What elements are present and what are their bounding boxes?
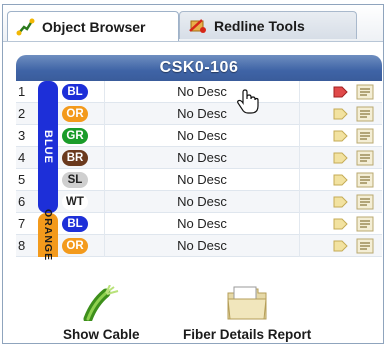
cable-title: CSK0-106: [16, 55, 382, 81]
fiber-row[interactable]: 8 OR No Desc: [16, 235, 382, 257]
fiber-color-badge: BR: [62, 150, 88, 166]
fiber-description[interactable]: No Desc: [104, 125, 300, 147]
fiber-row[interactable]: 3 GR No Desc: [16, 125, 382, 147]
tag-icon[interactable]: [332, 239, 348, 253]
show-cable-label: Show Cable: [63, 327, 140, 342]
fiber-grid: 1 BL No Desc 2 OR No Desc 3 GR No Desc 4 BR No Desc…: [16, 81, 382, 261]
tag-icon[interactable]: [332, 195, 348, 209]
actions-footer: Show Cable Fiber Details Report: [3, 285, 383, 343]
show-cable-button[interactable]: Show Cable: [63, 285, 140, 342]
fiber-number: 5: [18, 172, 26, 187]
buffer-tube-orange: ORANGE: [38, 209, 58, 261]
fiber-color-badge: BL: [62, 216, 88, 232]
fiber-description[interactable]: No Desc: [104, 191, 300, 213]
tag-icon[interactable]: [332, 129, 348, 143]
fiber-number: 3: [18, 128, 26, 143]
fiber-color-badge: SL: [62, 172, 88, 188]
fiber-description[interactable]: No Desc: [104, 103, 300, 125]
fiber-row[interactable]: 7 BL No Desc: [16, 213, 382, 235]
buffer-tube-blue: BLUE: [38, 81, 58, 213]
tab-object-browser[interactable]: Object Browser: [7, 11, 179, 41]
fiber-number: 7: [18, 216, 26, 231]
tag-icon[interactable]: [332, 151, 348, 165]
fiber-row[interactable]: 1 BL No Desc: [16, 81, 382, 103]
object-browser-panel: Object Browser Redline Tools CSK0-106 1B…: [2, 4, 384, 344]
fiber-number: 4: [18, 150, 26, 165]
fiber-number: 8: [18, 238, 26, 253]
redline-tools-icon: [189, 18, 206, 33]
fiber-description[interactable]: No Desc: [104, 81, 300, 103]
fiber-number: 1: [18, 84, 26, 99]
fiber-row[interactable]: 2 OR No Desc: [16, 103, 382, 125]
tab-redline-tools[interactable]: Redline Tools: [179, 11, 357, 39]
tab-bar: Object Browser Redline Tools: [3, 5, 383, 42]
fiber-description[interactable]: No Desc: [104, 235, 300, 257]
fiber-color-badge: OR: [62, 106, 88, 122]
fiber-description[interactable]: No Desc: [104, 147, 300, 169]
fiber-color-badge: GR: [62, 128, 88, 144]
tag-icon[interactable]: [332, 217, 348, 231]
object-browser-icon: [16, 18, 35, 35]
fiber-details-report-label: Fiber Details Report: [183, 327, 312, 342]
fiber-color-badge: WT: [62, 194, 88, 210]
cable-icon: [83, 285, 119, 321]
fiber-row[interactable]: 4 BR No Desc: [16, 147, 382, 169]
tab-redline-tools-label: Redline Tools: [214, 17, 305, 34]
fiber-row[interactable]: 5 SL No Desc: [16, 169, 382, 191]
fiber-number: 2: [18, 106, 26, 121]
properties-icon[interactable]: [356, 238, 374, 254]
fiber-description[interactable]: No Desc: [104, 169, 300, 191]
fiber-list: CSK0-106 1 BL No Desc 2 OR No Desc 3 GR No Desc 4…: [16, 55, 382, 261]
properties-icon[interactable]: [356, 106, 374, 122]
fiber-color-badge: BL: [62, 84, 88, 100]
properties-icon[interactable]: [356, 150, 374, 166]
fiber-description[interactable]: No Desc: [104, 213, 300, 235]
fiber-row[interactable]: 6 WT No Desc: [16, 191, 382, 213]
hand-cursor-icon: [237, 89, 259, 114]
fiber-number: 6: [18, 194, 26, 209]
tab-object-browser-label: Object Browser: [42, 18, 146, 35]
properties-icon[interactable]: [356, 84, 374, 100]
tag-icon[interactable]: [332, 107, 348, 121]
properties-icon[interactable]: [356, 216, 374, 232]
red-tag-icon[interactable]: [332, 85, 348, 99]
properties-icon[interactable]: [356, 128, 374, 144]
fiber-color-badge: OR: [62, 238, 88, 254]
tag-icon[interactable]: [332, 173, 348, 187]
folder-report-icon: [227, 286, 267, 320]
fiber-details-report-button[interactable]: Fiber Details Report: [183, 285, 311, 342]
properties-icon[interactable]: [356, 194, 374, 210]
properties-icon[interactable]: [356, 172, 374, 188]
